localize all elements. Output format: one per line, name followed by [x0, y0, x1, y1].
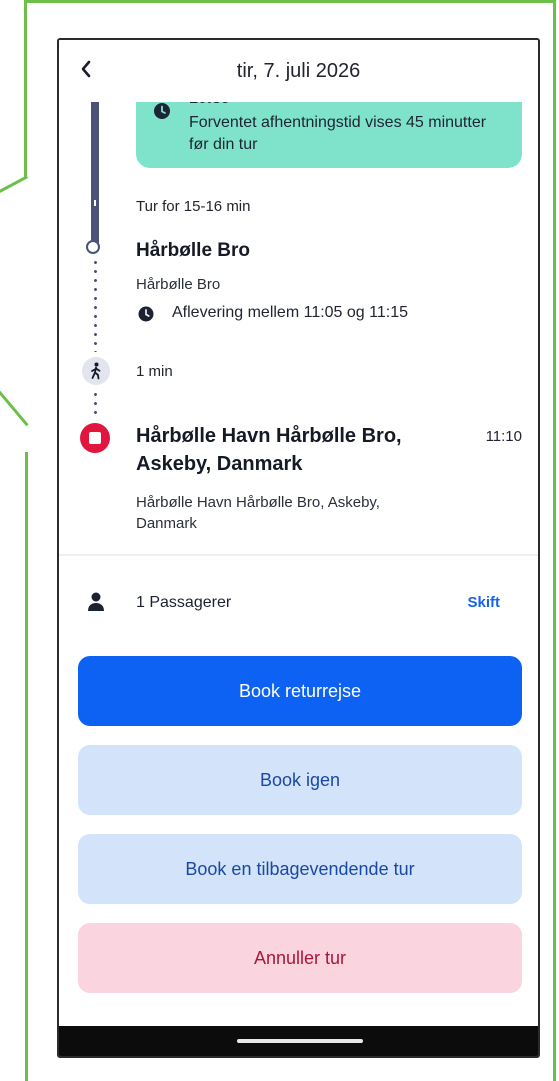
timeline-walk-dots-lower	[94, 390, 97, 420]
frame-line-left-lower	[25, 452, 28, 1081]
pickup-time-notice: Forventet afhentningstid vises 45 minutt…	[189, 114, 487, 153]
trip-duration: Tur for 15-16 min	[136, 198, 251, 215]
person-icon	[88, 592, 104, 611]
frame-line-left-upper	[24, 0, 27, 178]
system-nav-bar	[59, 1026, 538, 1056]
destination-stop-icon	[80, 423, 110, 453]
book-recurring-button[interactable]: Book en tilbagevendende tur	[78, 834, 522, 904]
timeline-marker	[94, 200, 96, 206]
frame-line-top	[24, 0, 556, 3]
clock-icon	[154, 103, 170, 119]
dropoff-stop-node	[86, 240, 100, 254]
top-bar: tir, 7. juli 2026	[59, 40, 538, 102]
clock-icon	[138, 306, 154, 322]
phone-screen: 10:39 Forventet afhentningstid vises 45 …	[57, 38, 540, 1058]
frame-line-right	[553, 0, 556, 1081]
destination-name: Hårbølle Havn Hårbølle Bro, Askeby, Danm…	[136, 425, 402, 475]
timeline-ride-segment	[91, 98, 99, 246]
home-indicator[interactable]	[237, 1039, 363, 1043]
cancel-trip-button[interactable]: Annuller tur	[78, 923, 522, 993]
walk-icon	[82, 357, 110, 385]
walk-duration: 1 min	[136, 363, 173, 380]
book-return-button[interactable]: Book returrejse	[78, 656, 522, 726]
passenger-count: 1 Passagerer	[136, 594, 232, 611]
section-divider	[59, 554, 538, 556]
change-passengers-link[interactable]: Skift	[467, 594, 500, 611]
frame-line-left-diag-upper	[0, 175, 29, 197]
frame-line-left-diag-lower	[0, 384, 29, 427]
dropoff-stop-name: Hårbølle Bro	[136, 240, 251, 261]
book-again-button[interactable]: Book igen	[78, 745, 522, 815]
trip-date-title: tir, 7. juli 2026	[236, 60, 361, 82]
destination-arrival-time: 11:10	[485, 428, 522, 445]
dropoff-stop-subtitle: Hårbølle Bro	[136, 276, 221, 293]
dropoff-window: Aflevering mellem 11:05 og 11:15	[172, 304, 408, 321]
destination-address: Hårbølle Havn Hårbølle Bro, Askeby, Danm…	[136, 494, 380, 532]
timeline-walk-dots	[94, 258, 97, 352]
